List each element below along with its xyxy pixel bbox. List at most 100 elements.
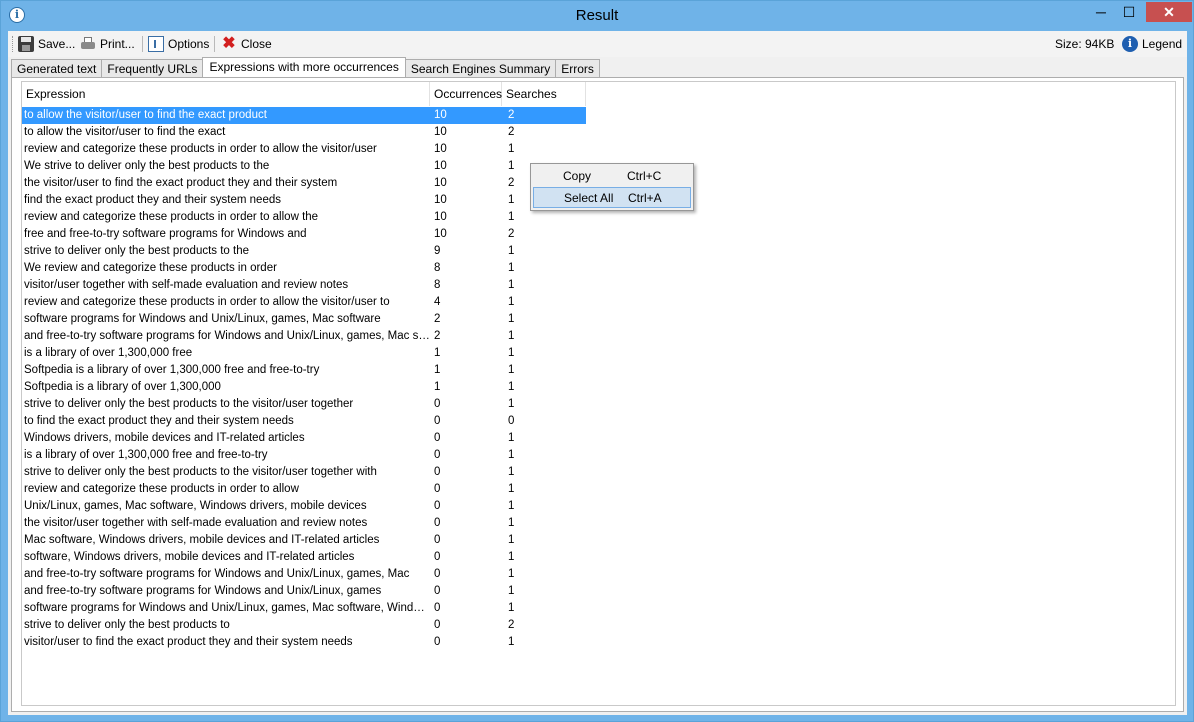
title-bar[interactable]: i Result ─ ☐ ✕: [1, 1, 1193, 31]
table-row[interactable]: Mac software, Windows drivers, mobile de…: [22, 532, 622, 549]
table-row[interactable]: and free-to-try software programs for Wi…: [22, 328, 622, 345]
occurrences-cell: 10: [434, 194, 447, 206]
table-row[interactable]: is a library of over 1,300,000 free and …: [22, 447, 622, 464]
table-row[interactable]: software programs for Windows and Unix/L…: [22, 311, 622, 328]
expression-cell: review and categorize these products in …: [24, 143, 377, 155]
options-button[interactable]: Options: [148, 34, 209, 54]
occurrences-cell: 10: [434, 177, 447, 189]
table-row[interactable]: is a library of over 1,300,000 free 1 1: [22, 345, 622, 362]
save-label: Save...: [38, 37, 76, 51]
table-row[interactable]: Unix/Linux, games, Mac software, Windows…: [22, 498, 622, 515]
tab-generated-text[interactable]: Generated text: [11, 59, 103, 77]
table-row[interactable]: to allow the visitor/user to find the ex…: [22, 124, 622, 141]
occurrences-cell: 9: [434, 245, 441, 257]
menu-item-shortcut: Ctrl+A: [628, 191, 662, 205]
expression-cell: We strive to deliver only the best produ…: [24, 160, 270, 172]
table-row[interactable]: strive to deliver only the best products…: [22, 243, 622, 260]
column-header-searches[interactable]: Searches: [502, 82, 586, 106]
expression-cell: strive to deliver only the best products…: [24, 245, 250, 257]
column-header-occurrences[interactable]: Occurrences: [430, 82, 502, 106]
close-button[interactable]: ✖ Close: [221, 34, 272, 54]
expression-cell: Mac software, Windows drivers, mobile de…: [24, 534, 380, 546]
table-row[interactable]: review and categorize these products in …: [22, 209, 622, 226]
toolbar-separator: [214, 36, 215, 52]
tab-strip: Generated text Frequently URLs Expressio…: [11, 57, 600, 78]
table-row[interactable]: review and categorize these products in …: [22, 141, 622, 158]
close-label: Close: [241, 37, 272, 51]
expression-cell: Softpedia is a library of over 1,300,000…: [24, 364, 320, 376]
searches-cell: 1: [508, 500, 515, 512]
occurrences-cell: 0: [434, 500, 441, 512]
expression-cell: review and categorize these products in …: [24, 483, 299, 495]
searches-cell: 1: [508, 398, 515, 410]
table-row[interactable]: strive to deliver only the best products…: [22, 464, 622, 481]
table-row[interactable]: to find the exact product they and their…: [22, 413, 622, 430]
tab-frequently-urls[interactable]: Frequently URLs: [101, 59, 204, 77]
list-header: Expression Occurrences Searches: [22, 82, 586, 106]
occurrences-cell: 0: [434, 432, 441, 444]
searches-cell: 1: [508, 585, 515, 597]
expression-cell: and free-to-try software programs for Wi…: [24, 585, 382, 597]
occurrences-cell: 10: [430, 107, 502, 124]
table-row[interactable]: strive to deliver only the best products…: [22, 617, 622, 634]
table-row[interactable]: software, Windows drivers, mobile device…: [22, 549, 622, 566]
expression-cell: review and categorize these products in …: [24, 296, 390, 308]
table-row[interactable]: We review and categorize these products …: [22, 260, 622, 277]
toolbar-grip[interactable]: [12, 36, 15, 52]
table-row[interactable]: and free-to-try software programs for Wi…: [22, 566, 622, 583]
menu-item-copy[interactable]: Copy Ctrl+C: [533, 166, 691, 187]
info-icon: i: [1122, 36, 1138, 52]
close-icon: ✖: [222, 35, 236, 52]
occurrences-cell: 0: [434, 585, 441, 597]
expression-cell: review and categorize these products in …: [24, 211, 319, 223]
expression-cell: strive to deliver only the best products…: [24, 398, 354, 410]
table-row[interactable]: visitor/user to find the exact product t…: [22, 634, 622, 651]
occurrences-cell: 0: [434, 483, 441, 495]
menu-item-label: Copy: [563, 169, 592, 183]
occurrences-cell: 1: [434, 347, 441, 359]
column-header-expression[interactable]: Expression: [22, 82, 430, 106]
occurrences-cell: 10: [434, 126, 447, 138]
tab-panel: Expression Occurrences Searches to allow…: [11, 77, 1184, 712]
print-label: Print...: [100, 37, 135, 51]
occurrences-cell: 0: [434, 517, 441, 529]
tab-search-engines-summary[interactable]: Search Engines Summary: [404, 59, 557, 77]
table-row[interactable]: Windows drivers, mobile devices and IT-r…: [22, 430, 622, 447]
searches-cell: 2: [502, 107, 586, 124]
table-row[interactable]: review and categorize these products in …: [22, 481, 622, 498]
table-row[interactable]: software programs for Windows and Unix/L…: [22, 600, 622, 617]
occurrences-cell: 4: [434, 296, 441, 308]
minimize-button[interactable]: ─: [1088, 2, 1114, 22]
expression-cell: find the exact product they and their sy…: [24, 194, 281, 206]
tab-errors[interactable]: Errors: [555, 59, 600, 77]
table-row[interactable]: the visitor/user together with self-made…: [22, 515, 622, 532]
expression-cell: and free-to-try software programs for Wi…: [24, 568, 410, 580]
table-row[interactable]: and free-to-try software programs for Wi…: [22, 583, 622, 600]
occurrences-cell: 0: [434, 551, 441, 563]
table-row[interactable]: visitor/user together with self-made eva…: [22, 277, 622, 294]
context-menu: Copy Ctrl+C Select All Ctrl+A: [530, 163, 694, 211]
searches-cell: 2: [508, 619, 515, 631]
table-row[interactable]: to allow the visitor/user to find the ex…: [22, 107, 622, 124]
tab-expressions[interactable]: Expressions with more occurrences: [202, 57, 406, 77]
searches-cell: 1: [508, 245, 515, 257]
occurrences-cell: 0: [434, 636, 441, 648]
searches-cell: 1: [508, 551, 515, 563]
maximize-button[interactable]: ☐: [1116, 2, 1142, 22]
table-row[interactable]: free and free-to-try software programs f…: [22, 226, 622, 243]
table-row[interactable]: strive to deliver only the best products…: [22, 396, 622, 413]
save-button[interactable]: Save...: [18, 34, 75, 54]
table-row[interactable]: Softpedia is a library of over 1,300,000…: [22, 379, 622, 396]
expression-cell: is a library of over 1,300,000 free: [24, 347, 193, 359]
table-row[interactable]: review and categorize these products in …: [22, 294, 622, 311]
print-button[interactable]: Print...: [80, 34, 135, 54]
occurrences-cell: 10: [434, 160, 447, 172]
searches-cell: 1: [508, 568, 515, 580]
menu-item-select-all[interactable]: Select All Ctrl+A: [533, 187, 691, 208]
searches-cell: 0: [508, 415, 515, 427]
close-window-button[interactable]: ✕: [1146, 2, 1192, 22]
table-row[interactable]: Softpedia is a library of over 1,300,000…: [22, 362, 622, 379]
legend-button[interactable]: i Legend: [1122, 34, 1182, 54]
searches-cell: 1: [508, 330, 515, 342]
print-icon: [80, 36, 96, 52]
